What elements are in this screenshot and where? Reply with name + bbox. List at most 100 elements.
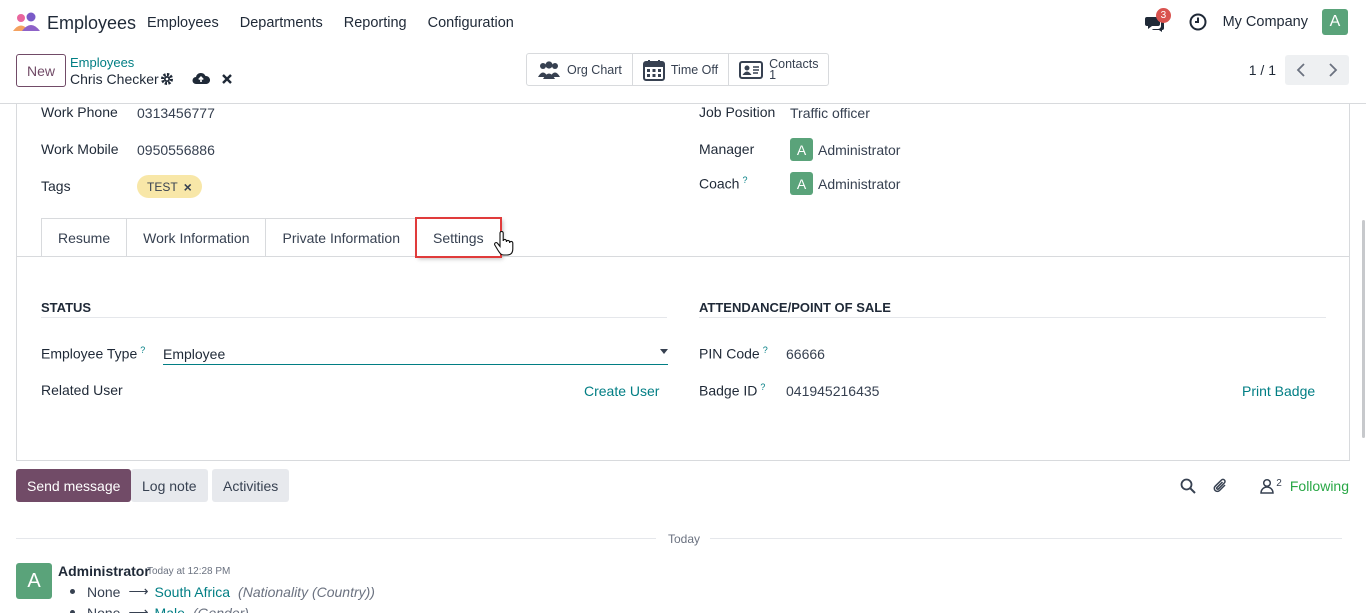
tracking-value-row: None ⟶ South Africa (Nationality (Countr… [70,583,375,600]
tag-remove-icon[interactable]: × [184,179,192,195]
badge-id-label: Badge ID? [699,382,766,399]
tracking-field-name: (Gender) [192,604,249,613]
chatter-topbar-tools: 2 Following [1164,477,1349,494]
message-timestamp: Today at 12:28 PM [147,566,231,577]
arrow-right-icon: ⟶ [128,604,149,613]
tab-private-information[interactable]: Private Information [265,218,416,257]
breadcrumb-employees-link[interactable]: Employees [70,55,134,70]
messages-count-badge: 3 [1155,8,1172,23]
coach-label: Coach? [699,175,748,192]
manager-field[interactable]: Administrator [818,142,900,158]
bullet [70,589,75,594]
activity-clock-icon[interactable] [1189,13,1207,31]
time-off-label: Time Off [670,62,719,77]
person-icon [1260,478,1275,494]
tag-text: TEST [147,179,178,194]
pager-value[interactable]: 1 / 1 [1249,62,1276,78]
org-chart-label: Org Chart [567,62,622,77]
employee-type-label: Employee Type? [41,345,146,362]
activities-button[interactable]: Activities [212,469,290,502]
employee-type-help-icon[interactable]: ? [140,345,145,355]
app-name[interactable]: Employees [47,13,136,34]
coach-help-icon[interactable]: ? [742,175,747,185]
calendar-icon [642,59,665,81]
contacts-button[interactable]: Contacts 1 [729,54,828,85]
tracking-new-value: South Africa [154,583,231,600]
new-button[interactable]: New [16,54,66,87]
menu-reporting[interactable]: Reporting [344,15,407,31]
pin-code-field[interactable]: 66666 [786,346,825,362]
today-divider-left [16,538,656,539]
pager-next-button[interactable] [1317,55,1349,85]
search-icon[interactable] [1180,478,1197,494]
employee-type-value: Employee [163,346,226,362]
status-section-divider [41,317,667,318]
breadcrumb-current-record: Chris Checker [70,71,159,87]
smart-buttons: Org Chart Time Off Contacts 1 [526,53,830,86]
gear-icon[interactable] [160,72,174,86]
attendance-section-title: ATTENDANCE/POINT OF SALE [699,300,891,315]
followers-button[interactable]: 2 [1244,478,1282,494]
manager-label: Manager [699,141,755,157]
log-note-button[interactable]: Log note [131,469,208,502]
related-user-label: Related User [41,382,123,398]
badge-id-help-icon[interactable]: ? [760,382,765,392]
create-user-button[interactable]: Create User [584,383,659,399]
page-scrollbar[interactable] [1362,220,1365,438]
job-position-label: Job Position [699,104,776,120]
coach-field[interactable]: Administrator [818,176,900,192]
users-icon [538,60,560,79]
pin-code-help-icon[interactable]: ? [763,345,768,355]
pin-code-label: PIN Code? [699,345,768,362]
chevron-right-icon [1329,63,1338,77]
hand-cursor-icon [494,231,514,256]
tag-chip[interactable]: TEST × [137,175,202,198]
message-author-avatar[interactable]: A [16,563,52,599]
coach-avatar: A [790,172,813,195]
user-avatar[interactable]: A [1322,9,1348,35]
company-switcher[interactable]: My Company [1223,14,1308,30]
caret-down-icon [660,349,668,354]
pager-previous-button[interactable] [1285,55,1317,85]
chevron-left-icon [1296,63,1305,77]
address-card-icon [739,60,764,79]
menu-departments[interactable]: Departments [240,15,323,31]
followers-count: 2 [1276,477,1282,489]
time-off-button[interactable]: Time Off [633,54,730,85]
work-phone-field[interactable]: 0313456777 [137,105,215,121]
discard-close-icon[interactable] [221,73,233,85]
save-cloud-icon[interactable] [192,71,210,86]
messaging-button[interactable]: 3 [1144,8,1172,33]
message-author[interactable]: Administrator [58,563,150,579]
paperclip-icon[interactable] [1212,477,1228,494]
work-mobile-field[interactable]: 0950556886 [137,142,215,158]
employee-type-select[interactable]: Employee [163,341,668,365]
status-section-title: STATUS [41,300,92,315]
badge-id-field[interactable]: 041945216435 [786,383,879,399]
job-position-field[interactable]: Traffic officer [790,105,870,121]
work-mobile-label: Work Mobile [41,141,119,157]
tab-settings[interactable]: Settings [414,217,502,258]
control-panel: New Employees Chris Checker Org Chart Ti… [0,46,1366,104]
tracking-old-value: None [87,604,121,613]
org-chart-button[interactable]: Org Chart [527,54,633,85]
main-menu: Employees Departments Reporting Configur… [147,15,535,31]
tab-work-information[interactable]: Work Information [126,218,266,257]
employee-form-sheet: Work Phone 0313456777 Work Mobile 095055… [16,104,1350,461]
tracking-field-name: (Nationality (Country)) [238,583,375,600]
menu-configuration[interactable]: Configuration [428,15,514,31]
arrow-right-icon: ⟶ [128,583,149,599]
manager-avatar: A [790,138,813,161]
send-message-button[interactable]: Send message [16,469,132,502]
following-button[interactable]: Following [1290,478,1349,494]
employees-app-icon[interactable] [12,11,40,33]
tags-label: Tags [41,178,71,194]
tab-resume[interactable]: Resume [41,218,127,257]
menu-employees[interactable]: Employees [147,15,219,31]
today-separator: Today [668,532,701,546]
today-divider-right [710,538,1342,539]
form-tabs: Resume Work Information Private Informat… [41,217,502,258]
print-badge-button[interactable]: Print Badge [1242,383,1315,399]
top-navbar: Employees Employees Departments Reportin… [0,0,1366,46]
work-phone-label: Work Phone [41,104,118,120]
